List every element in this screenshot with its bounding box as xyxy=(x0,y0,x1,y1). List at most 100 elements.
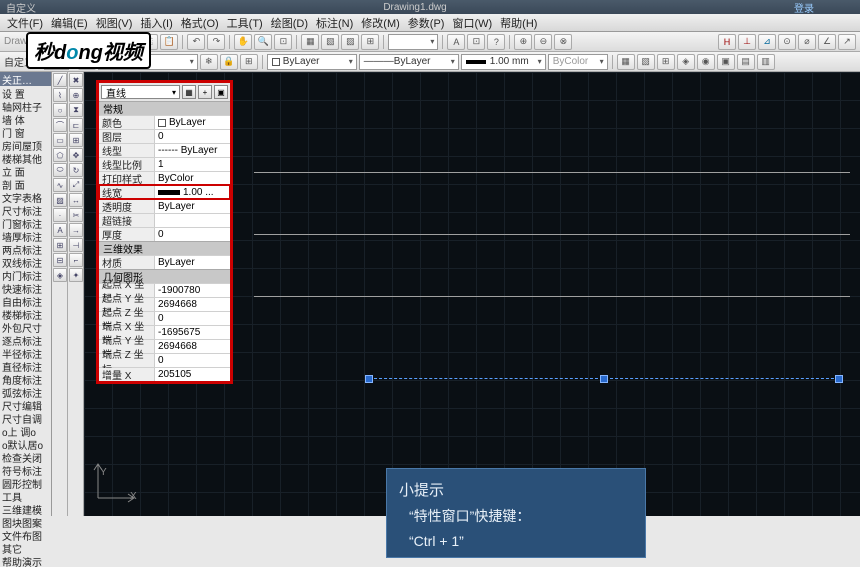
undo-icon[interactable]: ↶ xyxy=(187,34,205,50)
stretch-icon[interactable]: ↔ xyxy=(69,193,83,207)
tb-icon[interactable]: ▦ xyxy=(301,34,319,50)
sidebar-item[interactable]: 符号标注 xyxy=(0,463,51,476)
tb-icon[interactable]: ▨ xyxy=(341,34,359,50)
rotate-icon[interactable]: ↻ xyxy=(69,163,83,177)
sidebar-item[interactable]: 文件布图 xyxy=(0,528,51,541)
line-icon[interactable]: ╱ xyxy=(53,73,67,87)
layer-icon[interactable]: ❄ xyxy=(200,54,218,70)
group-general[interactable]: 常规 xyxy=(99,101,230,115)
tb-icon[interactable]: ⊞ xyxy=(657,54,675,70)
sidebar-item[interactable]: 楼梯标注 xyxy=(0,307,51,320)
sidebar-item[interactable]: 尺寸编辑 xyxy=(0,398,51,411)
sidebar-item[interactable]: 房间屋顶 xyxy=(0,138,51,151)
menu-param[interactable]: 参数(P) xyxy=(405,15,448,31)
sidebar-item[interactable]: 半径标注 xyxy=(0,346,51,359)
view-dropdown[interactable] xyxy=(388,34,438,50)
menu-help[interactable]: 帮助(H) xyxy=(497,15,540,31)
tb-icon[interactable]: ◈ xyxy=(677,54,695,70)
sidebar-item[interactable]: o默认居o xyxy=(0,437,51,450)
text-icon[interactable]: A xyxy=(53,223,67,237)
dim-icon[interactable]: H xyxy=(718,34,736,50)
grip-start[interactable] xyxy=(365,375,373,383)
sidebar-item[interactable]: 自由标注 xyxy=(0,294,51,307)
sidebar-item[interactable]: 其它 xyxy=(0,541,51,554)
tb-icon[interactable]: ⊖ xyxy=(534,34,552,50)
tb-icon[interactable]: ◉ xyxy=(697,54,715,70)
sidebar-item[interactable]: 逐点标注 xyxy=(0,333,51,346)
zoom-icon[interactable]: 🔍 xyxy=(254,34,272,50)
pan-icon[interactable]: ✋ xyxy=(234,34,252,50)
menu-modify[interactable]: 修改(M) xyxy=(358,15,403,31)
tb-icon[interactable]: ⊗ xyxy=(554,34,572,50)
geometry-line[interactable] xyxy=(254,234,850,235)
spline-icon[interactable]: ∿ xyxy=(53,178,67,192)
group-3d[interactable]: 三维效果 xyxy=(99,241,230,255)
prop-thickness[interactable]: 厚度0 xyxy=(99,227,230,241)
prop-layer[interactable]: 图层0 xyxy=(99,129,230,143)
tb-icon[interactable]: A xyxy=(447,34,465,50)
lineweight-dropdown[interactable]: 1.00 mm xyxy=(461,54,546,70)
trim-icon[interactable]: ✂ xyxy=(69,208,83,222)
break-icon[interactable]: ⊣ xyxy=(69,238,83,252)
tb-icon[interactable]: ▣ xyxy=(717,54,735,70)
geometry-line[interactable] xyxy=(254,172,850,173)
erase-icon[interactable]: ✖ xyxy=(69,73,83,87)
redo-icon[interactable]: ↷ xyxy=(207,34,225,50)
select-icon[interactable]: ▣ xyxy=(214,85,228,99)
prop-end-z[interactable]: 端点 Z 坐标0 xyxy=(99,353,230,367)
tb-icon[interactable]: ▧ xyxy=(637,54,655,70)
sidebar-item[interactable]: 帮助演示 xyxy=(0,554,51,567)
selected-line[interactable] xyxy=(369,378,839,379)
array-icon[interactable]: ⊞ xyxy=(69,133,83,147)
menu-dim[interactable]: 标注(N) xyxy=(313,15,356,31)
tb-icon[interactable]: ⊕ xyxy=(514,34,532,50)
menu-edit[interactable]: 编辑(E) xyxy=(48,15,91,31)
sidebar-item[interactable]: 门 窗 xyxy=(0,125,51,138)
geometry-line[interactable] xyxy=(254,296,850,297)
menu-window[interactable]: 窗口(W) xyxy=(449,15,495,31)
sidebar-item[interactable]: 检查关闭 xyxy=(0,450,51,463)
copy-m-icon[interactable]: ⊕ xyxy=(69,88,83,102)
prop-color[interactable]: 颜色ByLayer xyxy=(99,115,230,129)
login-link[interactable]: 登录 xyxy=(794,0,814,15)
paste-icon[interactable]: 📋 xyxy=(160,34,178,50)
menu-insert[interactable]: 插入(I) xyxy=(137,15,175,31)
prop-lineweight[interactable]: 线宽1.00 ... xyxy=(99,185,230,199)
explode-icon[interactable]: ✦ xyxy=(69,268,83,282)
region-icon[interactable]: ◈ xyxy=(53,268,67,282)
prop-delta-x[interactable]: 增量 X205105 xyxy=(99,367,230,381)
table-icon[interactable]: ⊟ xyxy=(53,253,67,267)
sidebar-item[interactable]: 直径标注 xyxy=(0,359,51,372)
dim-icon[interactable]: ⌀ xyxy=(798,34,816,50)
zoom-ext-icon[interactable]: ⊡ xyxy=(274,34,292,50)
prop-material[interactable]: 材质ByLayer xyxy=(99,255,230,269)
rect-icon[interactable]: ▭ xyxy=(53,133,67,147)
prop-linetype[interactable]: 线型------ ByLayer xyxy=(99,143,230,157)
sidebar-item[interactable]: 外包尺寸 xyxy=(0,320,51,333)
sidebar-item[interactable]: 尺寸自调 xyxy=(0,411,51,424)
dim-icon[interactable]: ↗ xyxy=(838,34,856,50)
dim-icon[interactable]: ∠ xyxy=(818,34,836,50)
sidebar-item[interactable]: 圆形控制 xyxy=(0,476,51,489)
block-icon[interactable]: ⊞ xyxy=(53,238,67,252)
sidebar-item[interactable]: 两点标注 xyxy=(0,242,51,255)
mirror-icon[interactable]: ⧗ xyxy=(69,103,83,117)
prop-hyperlink[interactable]: 超链接 xyxy=(99,213,230,227)
sidebar-item[interactable]: 双线标注 xyxy=(0,255,51,268)
layer-icon[interactable]: ⊞ xyxy=(240,54,258,70)
menu-tools[interactable]: 工具(T) xyxy=(224,15,266,31)
layer-icon[interactable]: 🔒 xyxy=(220,54,238,70)
sidebar-item[interactable]: 设 置 xyxy=(0,86,51,99)
prop-transparency[interactable]: 透明度ByLayer xyxy=(99,199,230,213)
pickadd-icon[interactable]: + xyxy=(198,85,212,99)
menu-view[interactable]: 视图(V) xyxy=(93,15,136,31)
grip-end[interactable] xyxy=(835,375,843,383)
tb-icon[interactable]: ⊞ xyxy=(361,34,379,50)
offset-icon[interactable]: ⊏ xyxy=(69,118,83,132)
sidebar-item[interactable]: 文字表格 xyxy=(0,190,51,203)
sidebar-item[interactable]: 剖 面 xyxy=(0,177,51,190)
tb-icon[interactable]: ▦ xyxy=(617,54,635,70)
sidebar-item[interactable]: 三维建模 xyxy=(0,502,51,515)
sidebar-item[interactable]: 内门标注 xyxy=(0,268,51,281)
sidebar-item[interactable]: 门窗标注 xyxy=(0,216,51,229)
